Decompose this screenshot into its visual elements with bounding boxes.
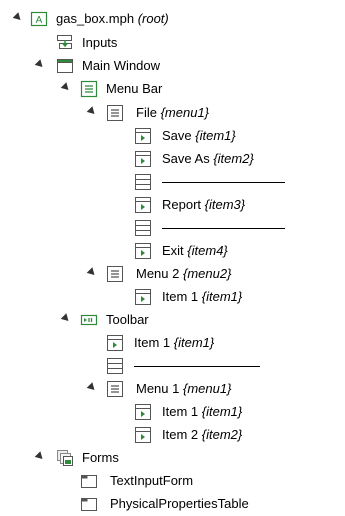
- tree-node-report[interactable]: Report {item3}: [0, 194, 345, 216]
- expand-toggle-icon[interactable]: [86, 382, 98, 393]
- menu-icon: [106, 380, 124, 398]
- tree-node-label: Save As {item2}: [162, 151, 254, 166]
- tree-node-menu2-item-1[interactable]: Item 1 {item1}: [0, 286, 345, 308]
- tree-node-menu-2[interactable]: Menu 2 {menu2}: [0, 263, 345, 285]
- tree-node-label: Item 1 {item1}: [162, 289, 243, 304]
- tree-node-menu-bar[interactable]: Menu Bar: [0, 78, 345, 100]
- svg-text:A: A: [36, 15, 43, 26]
- menu-item-icon: [134, 150, 152, 168]
- tree-node-text-input-form[interactable]: TextInputForm: [0, 470, 345, 492]
- tree-node-root[interactable]: A gas_box.mph (root): [0, 8, 345, 30]
- expand-toggle-icon[interactable]: [12, 12, 24, 23]
- tree-node-separator[interactable]: [0, 171, 345, 193]
- tree-node-file-menu[interactable]: File {menu1}: [0, 102, 345, 124]
- expand-toggle-icon[interactable]: [86, 267, 98, 278]
- separator-icon: [134, 173, 152, 191]
- forms-icon: [56, 449, 74, 467]
- separator-line: [162, 228, 285, 229]
- tree-node-label: gas_box.mph (root): [56, 11, 169, 26]
- menu-icon: [106, 104, 124, 122]
- tree-node-separator[interactable]: [0, 217, 345, 239]
- tree-node-toolbar-item-1[interactable]: Item 1 {item1}: [0, 332, 345, 354]
- separator-line: [134, 366, 260, 367]
- tree-node-toolbar-menu1-item-1[interactable]: Item 1 {item1}: [0, 401, 345, 423]
- menu-item-icon: [134, 288, 152, 306]
- tree-node-label: Report {item3}: [162, 197, 246, 212]
- tree-node-toolbar-menu1-item-2[interactable]: Item 2 {item2}: [0, 424, 345, 446]
- root-app-icon: A: [30, 10, 48, 28]
- expand-toggle-icon[interactable]: [34, 59, 46, 70]
- tree-node-label: Toolbar: [106, 312, 149, 327]
- form-icon: [80, 472, 98, 490]
- tree-node-label: File {menu1}: [136, 105, 210, 120]
- tree-node-label: Item 1 {item1}: [162, 404, 243, 419]
- tree-node-label: PhysicalPropertiesTable: [110, 496, 249, 511]
- expand-toggle-icon[interactable]: [86, 106, 98, 117]
- separator-icon: [134, 219, 152, 237]
- tree-node-forms[interactable]: Forms: [0, 447, 345, 469]
- separator-line: [162, 182, 285, 183]
- menu-item-icon: [134, 403, 152, 421]
- inputs-icon: [56, 34, 74, 52]
- tree-node-exit[interactable]: Exit {item4}: [0, 240, 345, 262]
- tree-node-label: Inputs: [82, 35, 118, 50]
- separator-icon: [106, 357, 124, 375]
- menu-icon: [106, 265, 124, 283]
- expand-toggle-icon[interactable]: [60, 313, 72, 324]
- tree-node-label: Save {item1}: [162, 128, 236, 143]
- tree-node-save-as[interactable]: Save As {item2}: [0, 148, 345, 170]
- tree-node-label: Main Window: [82, 58, 161, 73]
- form-icon: [80, 495, 98, 513]
- expand-toggle-icon[interactable]: [60, 82, 72, 93]
- menu-item-icon: [134, 242, 152, 260]
- tree-node-save[interactable]: Save {item1}: [0, 125, 345, 147]
- expand-toggle-icon[interactable]: [34, 451, 46, 462]
- tree-node-label: Menu 1 {menu1}: [136, 381, 232, 396]
- tree-node-label: Exit {item4}: [162, 243, 228, 258]
- tree-node-label: Forms: [82, 450, 119, 465]
- tree-node-separator[interactable]: [0, 355, 345, 377]
- toolbar-icon: [80, 311, 98, 329]
- menu-item-icon: [134, 426, 152, 444]
- tree-node-label: Item 1 {item1}: [134, 335, 215, 350]
- tree-node-physical-properties-table[interactable]: PhysicalPropertiesTable: [0, 493, 345, 515]
- tree-node-toolbar[interactable]: Toolbar: [0, 309, 345, 331]
- tree-node-label: TextInputForm: [110, 473, 194, 488]
- menu-item-icon: [134, 127, 152, 145]
- model-tree: A gas_box.mph (root) Inputs Main Window …: [0, 0, 345, 511]
- tree-node-label: Menu 2 {menu2}: [136, 266, 232, 281]
- menu-item-icon: [106, 334, 124, 352]
- window-icon: [56, 57, 74, 75]
- tree-node-main-window[interactable]: Main Window: [0, 55, 345, 77]
- menu-item-icon: [134, 196, 152, 214]
- tree-node-inputs[interactable]: Inputs: [0, 32, 345, 54]
- tree-node-label: Menu Bar: [106, 81, 163, 96]
- menu-icon: [80, 80, 98, 98]
- tree-node-label: Item 2 {item2}: [162, 427, 243, 442]
- tree-node-toolbar-menu-1[interactable]: Menu 1 {menu1}: [0, 378, 345, 400]
